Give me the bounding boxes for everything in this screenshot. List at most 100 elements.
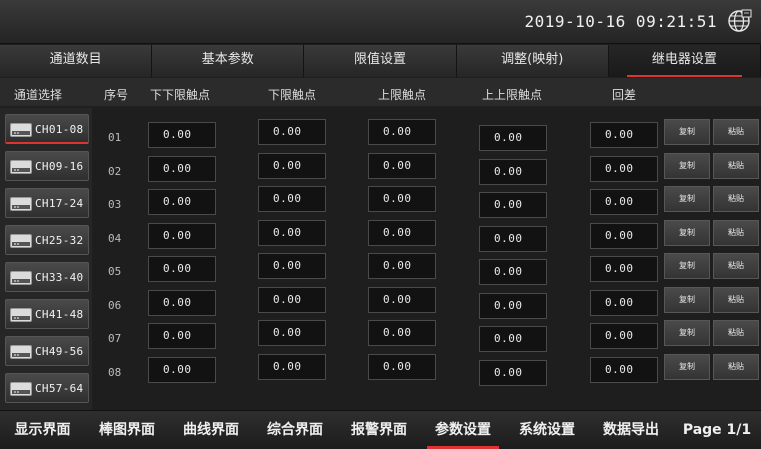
col-lower-lower: 下下限触点 bbox=[150, 88, 211, 102]
drive-icon bbox=[10, 345, 32, 359]
hysteresis-field[interactable]: 0.00 bbox=[590, 356, 658, 383]
nav-system-settings[interactable]: 系统设置 bbox=[505, 411, 589, 449]
copy-button[interactable]: 复制 bbox=[664, 186, 710, 212]
hysteresis-field[interactable]: 0.00 bbox=[590, 289, 658, 316]
tab-relay-settings[interactable]: 继电器设置 bbox=[608, 45, 761, 77]
upper-contact-field[interactable]: 0.00 bbox=[368, 353, 436, 380]
lower-contact-field[interactable]: 0.00 bbox=[258, 253, 326, 279]
lower-contact-field[interactable]: 0.00 bbox=[258, 186, 326, 212]
status-bar: 2019-10-16 09:21:51 bbox=[0, 0, 761, 44]
nav-curve[interactable]: 曲线界面 bbox=[169, 411, 253, 449]
channel-group-button[interactable]: CH17-24 bbox=[5, 188, 89, 218]
channel-group-button[interactable]: CH33-40 bbox=[5, 262, 89, 292]
channel-group-label: CH25-32 bbox=[35, 234, 84, 247]
hysteresis-field[interactable]: 0.00 bbox=[590, 222, 658, 249]
paste-button[interactable]: 粘贴 bbox=[713, 320, 759, 346]
lower-lower-contact-field[interactable]: 0.00 bbox=[148, 323, 216, 349]
copy-button[interactable]: 复制 bbox=[664, 219, 710, 246]
datetime-display: 2019-10-16 09:21:51 bbox=[524, 12, 717, 31]
channel-group-label: CH41-48 bbox=[35, 308, 84, 321]
col-hysteresis: 回差 bbox=[612, 88, 637, 102]
hysteresis-field[interactable]: 0.00 bbox=[590, 155, 658, 182]
globe-network-icon[interactable] bbox=[727, 8, 753, 34]
table-row: 01 0.00 0.00 0.00 0.00 0.00 复制 粘贴 bbox=[92, 118, 761, 151]
nav-data-export[interactable]: 数据导出 bbox=[589, 411, 673, 449]
channel-group-button[interactable]: CH25-32 bbox=[5, 225, 89, 255]
tab-channel-count[interactable]: 通道数目 bbox=[0, 45, 153, 77]
drive-icon bbox=[10, 234, 32, 248]
lower-lower-contact-field[interactable]: 0.00 bbox=[148, 222, 216, 249]
channel-group-label: CH33-40 bbox=[35, 271, 84, 284]
row-seq: 01 bbox=[108, 131, 122, 144]
paste-button[interactable]: 粘贴 bbox=[713, 286, 759, 313]
drive-icon bbox=[10, 123, 32, 137]
upper-upper-contact-field[interactable]: 0.00 bbox=[479, 158, 547, 185]
copy-button[interactable]: 复制 bbox=[664, 353, 710, 380]
paste-button[interactable]: 粘贴 bbox=[713, 353, 759, 380]
copy-button[interactable]: 复制 bbox=[664, 286, 710, 313]
table-row: 08 0.00 0.00 0.00 0.00 0.00 复制 粘贴 bbox=[92, 353, 761, 386]
upper-contact-field[interactable]: 0.00 bbox=[368, 119, 436, 145]
paste-button[interactable]: 粘贴 bbox=[713, 119, 759, 145]
upper-contact-field[interactable]: 0.00 bbox=[368, 253, 436, 279]
tab-basic-params[interactable]: 基本参数 bbox=[152, 45, 305, 77]
hysteresis-field[interactable]: 0.00 bbox=[590, 189, 658, 215]
lower-lower-contact-field[interactable]: 0.00 bbox=[148, 256, 216, 282]
lower-lower-contact-field[interactable]: 0.00 bbox=[148, 155, 216, 182]
paste-button[interactable]: 粘贴 bbox=[713, 253, 759, 279]
upper-upper-contact-field[interactable]: 0.00 bbox=[479, 326, 547, 352]
channel-group-button[interactable]: CH09-16 bbox=[5, 151, 89, 181]
tab-limit-settings[interactable]: 限值设置 bbox=[304, 45, 457, 77]
paste-button[interactable]: 粘贴 bbox=[713, 186, 759, 212]
row-seq: 08 bbox=[108, 365, 122, 379]
lower-lower-contact-field[interactable]: 0.00 bbox=[148, 189, 216, 215]
copy-button[interactable]: 复制 bbox=[664, 152, 710, 179]
nav-display[interactable]: 显示界面 bbox=[0, 411, 85, 449]
hysteresis-field[interactable]: 0.00 bbox=[590, 256, 658, 282]
copy-button[interactable]: 复制 bbox=[664, 253, 710, 279]
row-seq: 03 bbox=[108, 198, 122, 211]
lower-contact-field[interactable]: 0.00 bbox=[258, 353, 326, 380]
paste-button[interactable]: 粘贴 bbox=[713, 219, 759, 246]
upper-upper-contact-field[interactable]: 0.00 bbox=[479, 225, 547, 252]
nav-bar-graph[interactable]: 棒图界面 bbox=[85, 411, 169, 449]
drive-icon bbox=[10, 197, 32, 211]
upper-contact-field[interactable]: 0.00 bbox=[368, 219, 436, 246]
paste-button[interactable]: 粘贴 bbox=[713, 152, 759, 179]
lower-lower-contact-field[interactable]: 0.00 bbox=[148, 356, 216, 383]
lower-contact-field[interactable]: 0.00 bbox=[258, 320, 326, 346]
copy-button[interactable]: 复制 bbox=[664, 119, 710, 145]
page-indicator: Page 1/1 bbox=[682, 422, 752, 438]
nav-param-settings[interactable]: 参数设置 bbox=[421, 411, 505, 449]
channel-group-button[interactable]: CH57-64 bbox=[5, 373, 89, 403]
hysteresis-field[interactable]: 0.00 bbox=[590, 323, 658, 349]
upper-upper-contact-field[interactable]: 0.00 bbox=[479, 125, 547, 151]
upper-upper-contact-field[interactable]: 0.00 bbox=[479, 259, 547, 285]
upper-upper-contact-field[interactable]: 0.00 bbox=[479, 292, 547, 319]
row-seq: 07 bbox=[108, 332, 122, 345]
channel-group-button[interactable]: CH41-48 bbox=[5, 299, 89, 329]
table-row: 02 0.00 0.00 0.00 0.00 0.00 复制 粘贴 bbox=[92, 152, 761, 185]
upper-upper-contact-field[interactable]: 0.00 bbox=[479, 192, 547, 218]
drive-icon bbox=[10, 308, 32, 322]
lower-contact-field[interactable]: 0.00 bbox=[258, 119, 326, 145]
lower-contact-field[interactable]: 0.00 bbox=[258, 219, 326, 246]
upper-contact-field[interactable]: 0.00 bbox=[368, 186, 436, 212]
channel-group-button[interactable]: CH01-08 bbox=[5, 114, 89, 144]
channel-group-button[interactable]: CH49-56 bbox=[5, 336, 89, 366]
nav-overview[interactable]: 综合界面 bbox=[253, 411, 337, 449]
table-row: 03 0.00 0.00 0.00 0.00 0.00 复制 粘贴 bbox=[92, 185, 761, 218]
upper-contact-field[interactable]: 0.00 bbox=[368, 320, 436, 346]
nav-alarm[interactable]: 报警界面 bbox=[337, 411, 421, 449]
tab-adjust-mapping[interactable]: 调整(映射) bbox=[456, 45, 609, 77]
lower-lower-contact-field[interactable]: 0.00 bbox=[148, 289, 216, 316]
upper-upper-contact-field[interactable]: 0.00 bbox=[479, 359, 547, 386]
upper-contact-field[interactable]: 0.00 bbox=[368, 286, 436, 313]
lower-lower-contact-field[interactable]: 0.00 bbox=[148, 122, 216, 148]
upper-contact-field[interactable]: 0.00 bbox=[368, 152, 436, 179]
col-channel-select: 通道选择 bbox=[14, 88, 63, 102]
lower-contact-field[interactable]: 0.00 bbox=[258, 286, 326, 313]
copy-button[interactable]: 复制 bbox=[664, 320, 710, 346]
hysteresis-field[interactable]: 0.00 bbox=[590, 122, 658, 148]
lower-contact-field[interactable]: 0.00 bbox=[258, 152, 326, 179]
